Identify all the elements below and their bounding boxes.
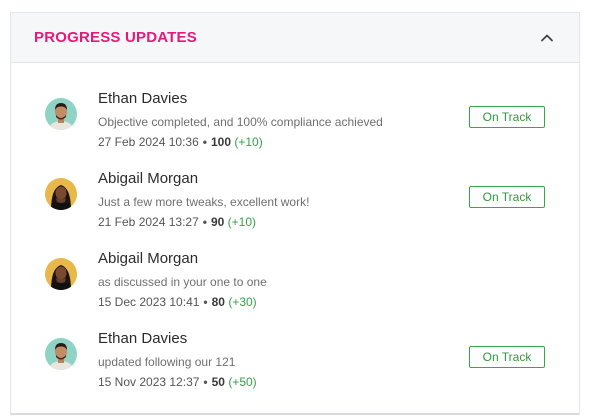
status-badge: On Track — [469, 346, 545, 368]
update-score: 50 — [211, 375, 225, 389]
update-comment: as discussed in your one to one — [98, 275, 267, 289]
list-item: Ethan Davies updated following our 121 1… — [11, 330, 579, 410]
update-meta: 15 Dec 2023 10:41 • 80 (+30) — [98, 295, 257, 309]
avatar — [45, 98, 77, 130]
author-name: Ethan Davies — [98, 90, 188, 107]
status-badge: On Track — [469, 106, 545, 128]
status-badge: On Track — [469, 186, 545, 208]
update-comment: Objective completed, and 100% compliance… — [98, 115, 383, 129]
update-score: 100 — [210, 135, 231, 149]
update-comment: Just a few more tweaks, excellent work! — [98, 195, 310, 209]
avatar — [45, 178, 77, 210]
panel-header[interactable]: PROGRESS UPDATES — [11, 13, 579, 63]
score-delta: (+10) — [227, 215, 257, 229]
score-delta: (+10) — [234, 135, 263, 149]
separator-dot: • — [202, 135, 207, 149]
update-date: 21 Feb 2024 13:27 — [98, 215, 199, 229]
panel-title: PROGRESS UPDATES — [34, 29, 197, 46]
author-name: Ethan Davies — [98, 330, 188, 347]
update-meta: 27 Feb 2024 10:36 • 100 (+10) — [98, 135, 263, 149]
update-meta: 15 Nov 2023 12:37 • 50 (+50) — [98, 375, 257, 389]
separator-dot: • — [202, 215, 207, 229]
update-date: 27 Feb 2024 10:36 — [98, 135, 199, 149]
update-score: 90 — [210, 215, 225, 229]
update-score: 80 — [211, 295, 225, 309]
list-item: Ethan Davies Objective completed, and 10… — [11, 90, 579, 170]
avatar — [45, 258, 77, 290]
author-name: Abigail Morgan — [98, 250, 199, 267]
separator-dot: • — [203, 375, 208, 389]
list-item: Abigail Morgan Just a few more tweaks, e… — [11, 170, 579, 250]
chevron-up-icon[interactable] — [537, 28, 557, 48]
author-name: Abigail Morgan — [98, 170, 199, 187]
update-date: 15 Dec 2023 10:41 — [98, 295, 200, 309]
update-meta: 21 Feb 2024 13:27 • 90 (+10) — [98, 215, 256, 229]
list-item: Abigail Morgan as discussed in your one … — [11, 250, 579, 330]
progress-updates-panel: PROGRESS UPDATES Ethan Davies Objective — [10, 12, 580, 415]
score-delta: (+30) — [228, 295, 257, 309]
separator-dot: • — [203, 295, 208, 309]
score-delta: (+50) — [228, 375, 257, 389]
update-comment: updated following our 121 — [98, 355, 236, 369]
update-date: 15 Nov 2023 12:37 — [98, 375, 200, 389]
avatar — [45, 338, 77, 370]
